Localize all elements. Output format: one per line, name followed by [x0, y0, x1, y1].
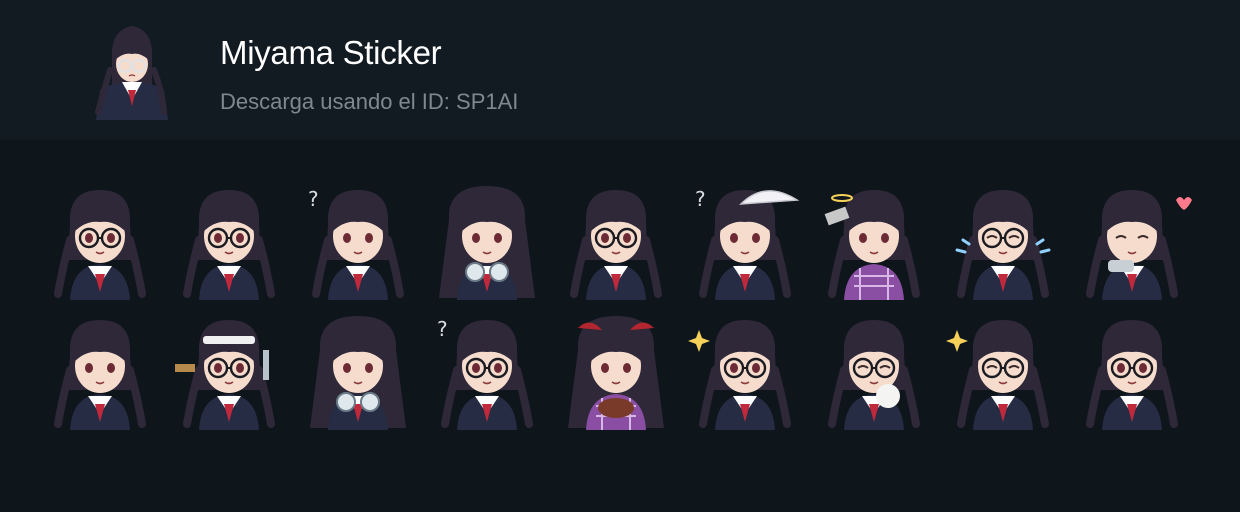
pack-avatar-art: [95, 26, 168, 120]
sticker-13[interactable]: ?: [427, 310, 547, 430]
sticker-7[interactable]: [814, 180, 934, 300]
sticker-12[interactable]: [298, 310, 418, 430]
svg-text:?: ?: [695, 187, 706, 211]
sticker-11[interactable]: [169, 310, 289, 430]
sticker-17[interactable]: [943, 310, 1063, 430]
sticker-17-art: [946, 320, 1049, 430]
sticker-7-art: [824, 190, 920, 300]
sticker-1[interactable]: [40, 180, 160, 300]
sticker-2-art: [183, 190, 275, 300]
sticker-10-art: [54, 320, 146, 430]
sticker-10[interactable]: [40, 310, 160, 430]
sticker-15[interactable]: [685, 310, 805, 430]
sticker-9[interactable]: [1072, 180, 1192, 300]
sticker-12-art: [310, 316, 406, 430]
sticker-8[interactable]: [943, 180, 1063, 300]
sticker-1-art: [54, 190, 146, 300]
sticker-6[interactable]: ?: [685, 180, 805, 300]
sticker-3[interactable]: ?: [298, 180, 418, 300]
sticker-grid: ???: [0, 140, 1240, 512]
sticker-2[interactable]: [169, 180, 289, 300]
sticker-16-art: [828, 320, 920, 430]
sticker-18-art: [1086, 320, 1178, 430]
sticker-3-art: ?: [308, 187, 404, 300]
sticker-4-art: [439, 186, 535, 300]
pack-title: Miyama Sticker: [220, 34, 442, 71]
pack-avatar: [92, 20, 172, 120]
svg-text:?: ?: [437, 317, 448, 341]
pack-header: Miyama Sticker Descarga usando el ID: SP…: [0, 0, 1240, 140]
sticker-13-art: ?: [437, 317, 533, 430]
sticker-14-art: [568, 316, 664, 430]
sticker-5-art: [570, 190, 662, 300]
svg-text:?: ?: [308, 187, 319, 211]
sticker-pack-page: Miyama Sticker Descarga usando el ID: SP…: [0, 0, 1240, 512]
sticker-5[interactable]: [556, 180, 676, 300]
sticker-14[interactable]: [556, 310, 676, 430]
pack-download-id-text: Descarga usando el ID: SP1AI: [220, 89, 519, 114]
sticker-18[interactable]: [1072, 310, 1192, 430]
sticker-4[interactable]: [427, 180, 547, 300]
sticker-16[interactable]: [814, 310, 934, 430]
sticker-11-art: [175, 320, 275, 430]
sticker-9-art: [1086, 190, 1192, 300]
sticker-8-art: [955, 190, 1051, 300]
sticker-6-art: ?: [695, 187, 800, 300]
sticker-15-art: [688, 320, 791, 430]
